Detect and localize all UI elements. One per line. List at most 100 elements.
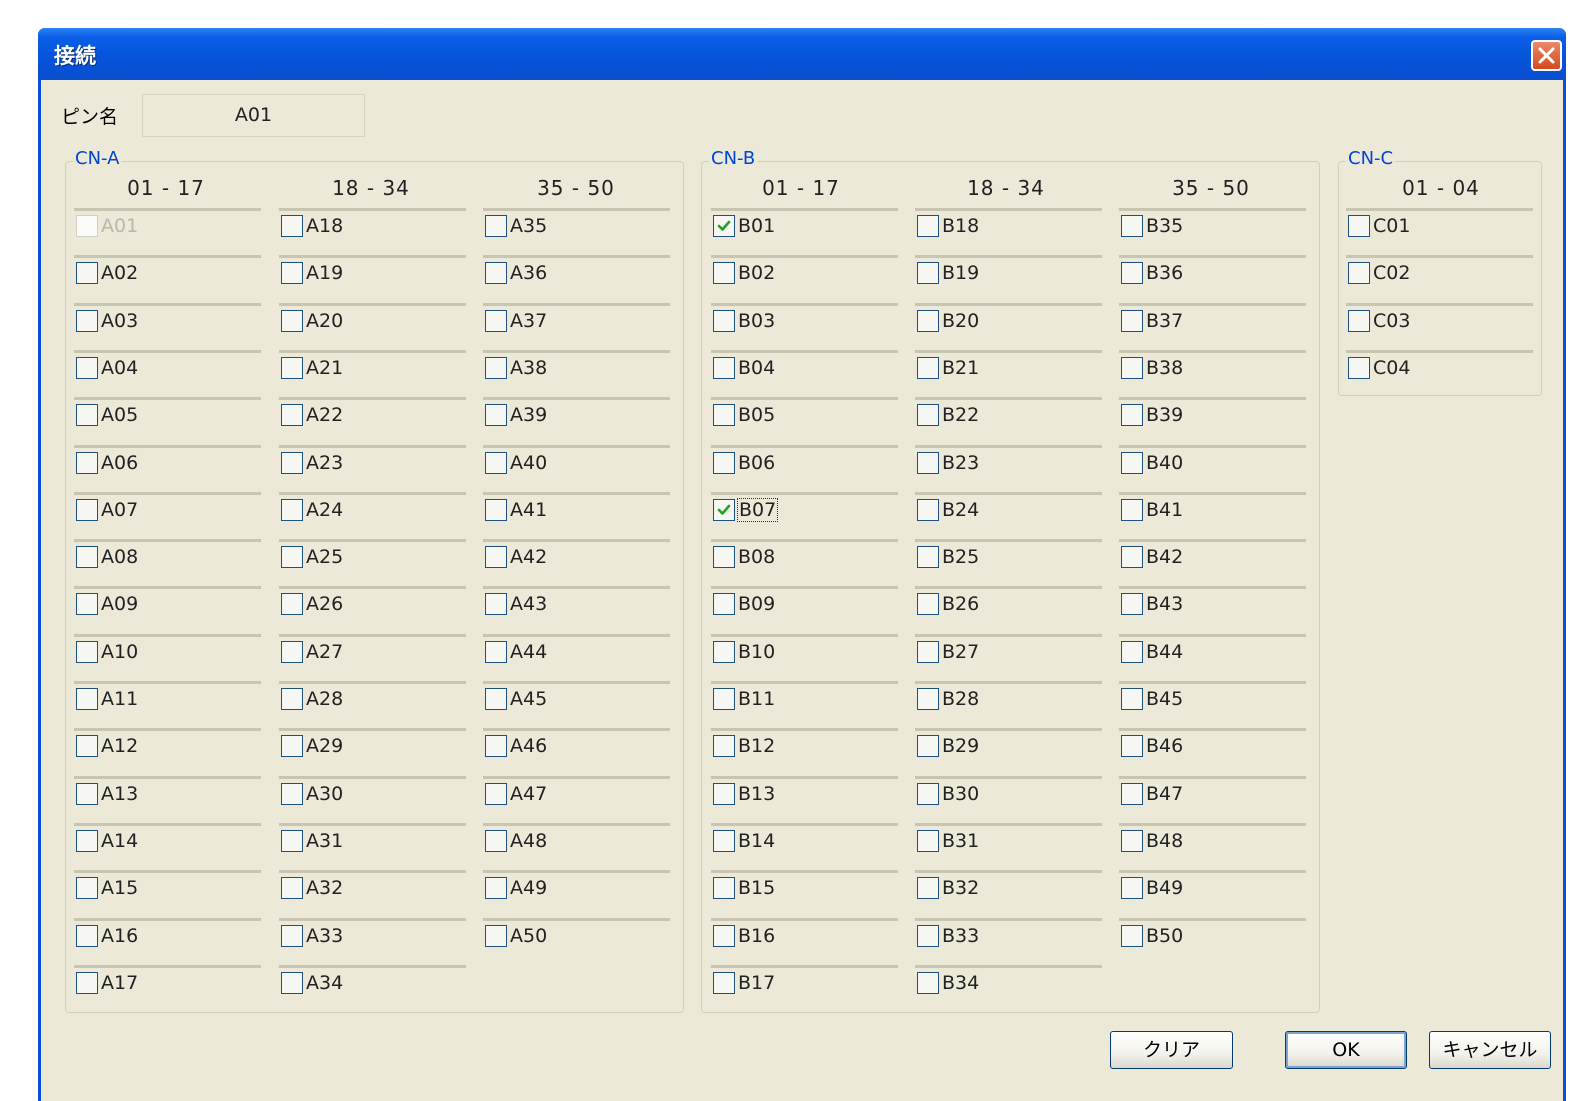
checkbox-b36[interactable]: B36	[1119, 255, 1306, 288]
checkbox-b01[interactable]: B01	[711, 208, 898, 241]
checkbox-box[interactable]	[1348, 310, 1370, 332]
checkbox-a50[interactable]: A50	[483, 918, 670, 951]
checkbox-b18[interactable]: B18	[915, 208, 1102, 241]
checkbox-box[interactable]	[76, 310, 98, 332]
checkbox-b09[interactable]: B09	[711, 586, 898, 619]
checkbox-box[interactable]	[485, 593, 507, 615]
checkbox-box[interactable]	[485, 830, 507, 852]
checkbox-b16[interactable]: B16	[711, 918, 898, 951]
checkbox-a24[interactable]: A24	[279, 492, 466, 525]
checkbox-b11[interactable]: B11	[711, 681, 898, 714]
checkbox-b19[interactable]: B19	[915, 255, 1102, 288]
checkbox-b40[interactable]: B40	[1119, 445, 1306, 478]
checkbox-box[interactable]	[713, 688, 735, 710]
checkbox-a22[interactable]: A22	[279, 397, 466, 430]
checkbox-b47[interactable]: B47	[1119, 776, 1306, 809]
checkbox-box[interactable]	[1121, 925, 1143, 947]
checkbox-c02[interactable]: C02	[1346, 255, 1533, 288]
checkbox-b02[interactable]: B02	[711, 255, 898, 288]
checkbox-a48[interactable]: A48	[483, 823, 670, 856]
checkbox-box[interactable]	[1121, 641, 1143, 663]
checkbox-b28[interactable]: B28	[915, 681, 1102, 714]
checkbox-b12[interactable]: B12	[711, 728, 898, 761]
checkbox-b15[interactable]: B15	[711, 870, 898, 903]
checkbox-b44[interactable]: B44	[1119, 634, 1306, 667]
checkbox-a41[interactable]: A41	[483, 492, 670, 525]
checkbox-box[interactable]	[485, 688, 507, 710]
checkbox-a39[interactable]: A39	[483, 397, 670, 430]
checkbox-c03[interactable]: C03	[1346, 303, 1533, 336]
checkbox-box[interactable]	[917, 972, 939, 994]
checkbox-a26[interactable]: A26	[279, 586, 466, 619]
checkbox-box[interactable]	[1348, 215, 1370, 237]
checkbox-a30[interactable]: A30	[279, 776, 466, 809]
checkbox-a12[interactable]: A12	[74, 728, 261, 761]
checkbox-b50[interactable]: B50	[1119, 918, 1306, 951]
checkbox-box[interactable]	[713, 641, 735, 663]
checkbox-box[interactable]	[1121, 735, 1143, 757]
checkbox-box[interactable]	[1121, 499, 1143, 521]
checkbox-b08[interactable]: B08	[711, 539, 898, 572]
checkbox-a47[interactable]: A47	[483, 776, 670, 809]
checkbox-box[interactable]	[1121, 357, 1143, 379]
checkbox-box[interactable]	[713, 925, 735, 947]
checkbox-box[interactable]	[917, 262, 939, 284]
checkbox-box[interactable]	[917, 215, 939, 237]
checkbox-b24[interactable]: B24	[915, 492, 1102, 525]
checkbox-box[interactable]	[713, 499, 735, 521]
checkbox-a32[interactable]: A32	[279, 870, 466, 903]
checkbox-box[interactable]	[1121, 593, 1143, 615]
checkbox-a11[interactable]: A11	[74, 681, 261, 714]
checkbox-box[interactable]	[713, 830, 735, 852]
clear-button[interactable]: クリア	[1110, 1031, 1233, 1069]
checkbox-box[interactable]	[281, 783, 303, 805]
checkbox-box[interactable]	[281, 499, 303, 521]
checkbox-a29[interactable]: A29	[279, 728, 466, 761]
checkbox-a40[interactable]: A40	[483, 445, 670, 478]
checkbox-box[interactable]	[917, 783, 939, 805]
checkbox-box[interactable]	[1121, 310, 1143, 332]
checkbox-box[interactable]	[76, 546, 98, 568]
checkbox-b34[interactable]: B34	[915, 965, 1102, 998]
checkbox-a10[interactable]: A10	[74, 634, 261, 667]
checkbox-a34[interactable]: A34	[279, 965, 466, 998]
checkbox-b43[interactable]: B43	[1119, 586, 1306, 619]
checkbox-box[interactable]	[917, 546, 939, 568]
title-bar[interactable]: 接続	[38, 28, 1566, 80]
checkbox-a08[interactable]: A08	[74, 539, 261, 572]
checkbox-box[interactable]	[485, 499, 507, 521]
checkbox-box[interactable]	[917, 735, 939, 757]
checkbox-a02[interactable]: A02	[74, 255, 261, 288]
checkbox-box[interactable]	[485, 452, 507, 474]
checkbox-box[interactable]	[917, 877, 939, 899]
checkbox-box[interactable]	[281, 925, 303, 947]
checkbox-b32[interactable]: B32	[915, 870, 1102, 903]
checkbox-box[interactable]	[76, 404, 98, 426]
checkbox-b30[interactable]: B30	[915, 776, 1102, 809]
checkbox-box[interactable]	[1121, 404, 1143, 426]
checkbox-a09[interactable]: A09	[74, 586, 261, 619]
checkbox-b37[interactable]: B37	[1119, 303, 1306, 336]
checkbox-box[interactable]	[713, 877, 735, 899]
checkbox-box[interactable]	[1121, 688, 1143, 710]
checkbox-b26[interactable]: B26	[915, 586, 1102, 619]
checkbox-box[interactable]	[76, 783, 98, 805]
checkbox-a16[interactable]: A16	[74, 918, 261, 951]
checkbox-box[interactable]	[917, 452, 939, 474]
checkbox-c04[interactable]: C04	[1346, 350, 1533, 383]
checkbox-box[interactable]	[76, 877, 98, 899]
checkbox-box[interactable]	[485, 641, 507, 663]
checkbox-box[interactable]	[485, 357, 507, 379]
checkbox-b39[interactable]: B39	[1119, 397, 1306, 430]
checkbox-a13[interactable]: A13	[74, 776, 261, 809]
checkbox-b45[interactable]: B45	[1119, 681, 1306, 714]
checkbox-a45[interactable]: A45	[483, 681, 670, 714]
checkbox-b14[interactable]: B14	[711, 823, 898, 856]
checkbox-a25[interactable]: A25	[279, 539, 466, 572]
checkbox-a42[interactable]: A42	[483, 539, 670, 572]
checkbox-box[interactable]	[485, 925, 507, 947]
checkbox-box[interactable]	[1121, 546, 1143, 568]
checkbox-a36[interactable]: A36	[483, 255, 670, 288]
checkbox-box[interactable]	[281, 546, 303, 568]
checkbox-box[interactable]	[76, 972, 98, 994]
